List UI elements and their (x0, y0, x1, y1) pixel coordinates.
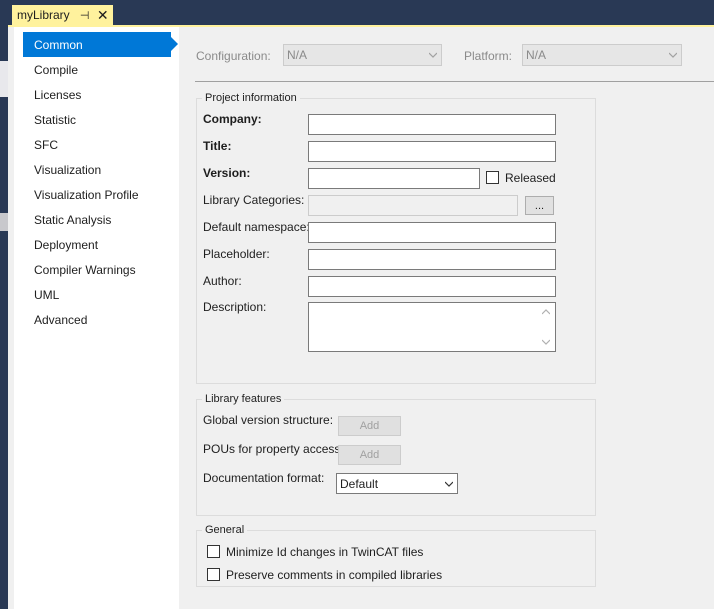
left-dock-strip (0, 25, 8, 609)
nav-item-label: Static Analysis (34, 212, 112, 227)
company-input[interactable] (308, 114, 556, 135)
author-input[interactable] (308, 276, 556, 297)
nav-item-label: Licenses (34, 87, 82, 102)
nav-item-uml[interactable]: UML (23, 282, 171, 307)
nav-item-label: UML (34, 287, 60, 302)
placeholder-input[interactable] (308, 249, 556, 270)
preserve-comments-label: Preserve comments in compiled libraries (226, 568, 443, 582)
chevron-down-icon (445, 481, 453, 487)
scroll-up-icon[interactable] (542, 309, 550, 315)
title-label: Title: (203, 139, 232, 153)
configuration-label: Configuration: (196, 49, 271, 63)
nav-item-statistic[interactable]: Statistic (23, 107, 171, 132)
nav-item-label: SFC (34, 137, 58, 152)
dock-strip-marker (0, 61, 8, 97)
documentation-format-value: Default (340, 476, 379, 491)
released-checkbox[interactable] (486, 171, 499, 184)
platform-select: N/A (522, 44, 682, 66)
minimize-id-changes-checkbox[interactable] (207, 545, 220, 558)
nav-item-visualization-profile[interactable]: Visualization Profile (23, 182, 171, 207)
category-nav: Common Compile Licenses Statistic SFC Vi… (14, 27, 179, 609)
description-scrollbar[interactable] (538, 303, 555, 351)
chevron-down-icon (429, 52, 437, 58)
configuration-select: N/A (283, 44, 442, 66)
nav-item-static-analysis[interactable]: Static Analysis (23, 207, 171, 232)
description-label: Description: (203, 300, 267, 314)
documentation-format-label: Documentation format: (203, 471, 325, 485)
preserve-comments-checkbox[interactable] (207, 568, 220, 581)
nav-item-label: Visualization (34, 162, 102, 177)
nav-item-advanced[interactable]: Advanced (23, 307, 171, 332)
title-input[interactable] (308, 141, 556, 162)
global-version-structure-label: Global version structure: (203, 413, 334, 427)
chevron-down-icon (669, 52, 677, 58)
document-tab-mylibrary[interactable]: myLibrary ⊣ ✕ (12, 5, 113, 25)
nav-item-label: Visualization Profile (34, 187, 139, 202)
group-title-general: General (202, 524, 248, 536)
dock-strip-marker (0, 213, 8, 231)
configuration-value: N/A (287, 48, 308, 62)
add-global-version-button[interactable]: Add (338, 416, 401, 436)
nav-item-compiler-warnings[interactable]: Compiler Warnings (23, 257, 171, 282)
version-label: Version: (203, 166, 251, 180)
description-textarea[interactable] (308, 302, 556, 352)
nav-item-label: Statistic (34, 112, 77, 127)
nav-item-deployment[interactable]: Deployment (23, 232, 171, 257)
default-namespace-label: Default namespace: (203, 220, 310, 234)
pous-property-access-label: POUs for property access: (203, 442, 344, 456)
pin-icon[interactable]: ⊣ (79, 9, 91, 22)
author-label: Author: (203, 274, 242, 288)
browse-categories-button[interactable]: ... (525, 196, 554, 215)
version-input[interactable] (308, 168, 480, 189)
close-icon[interactable]: ✕ (97, 8, 109, 22)
properties-content: Configuration: N/A Platform: N/A Project… (179, 27, 714, 609)
nav-item-visualization[interactable]: Visualization (23, 157, 171, 182)
platform-value: N/A (526, 48, 547, 62)
nav-item-label: Compile (34, 62, 79, 77)
platform-label: Platform: (464, 49, 513, 63)
nav-item-licenses[interactable]: Licenses (23, 82, 171, 107)
default-namespace-input[interactable] (308, 222, 556, 243)
library-categories-field (308, 195, 518, 216)
placeholder-label: Placeholder: (203, 247, 270, 261)
group-title-project-information: Project information (202, 92, 300, 104)
released-label: Released (505, 171, 556, 185)
selected-arrow-icon (171, 37, 178, 51)
header-separator (195, 81, 714, 82)
library-categories-label: Library Categories: (203, 193, 305, 207)
group-title-library-features: Library features (202, 393, 285, 405)
minimize-id-changes-label: Minimize Id changes in TwinCAT files (226, 545, 424, 559)
nav-item-common[interactable]: Common (23, 32, 171, 57)
company-label: Company: (203, 112, 262, 126)
nav-item-label: Compiler Warnings (34, 262, 136, 277)
tab-title: myLibrary (17, 8, 70, 22)
nav-item-label: Deployment (34, 237, 99, 252)
nav-item-label: Common (34, 37, 83, 52)
documentation-format-select[interactable]: Default (336, 473, 458, 494)
add-pous-button[interactable]: Add (338, 445, 401, 465)
nav-item-label: Advanced (34, 312, 88, 327)
nav-item-compile[interactable]: Compile (23, 57, 171, 82)
nav-item-sfc[interactable]: SFC (23, 132, 171, 157)
scroll-down-icon[interactable] (542, 339, 550, 345)
